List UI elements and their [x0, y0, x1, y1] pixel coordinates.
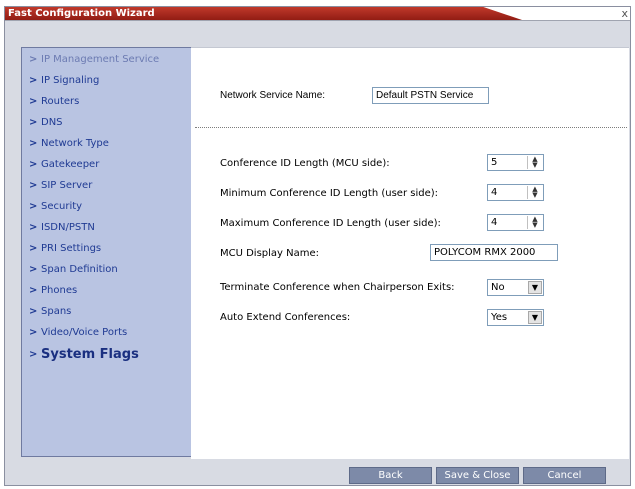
chevron-right-icon: >: [29, 180, 38, 191]
mcu-display-name-field[interactable]: POLYCOM RMX 2000: [430, 244, 558, 261]
form-panel: Network Service Name: Default PSTN Servi…: [191, 47, 629, 459]
min-conf-id-length-label: Minimum Conference ID Length (user side)…: [220, 188, 438, 199]
mcu-display-name-label: MCU Display Name:: [220, 248, 320, 259]
sidebar-item[interactable]: > Security: [22, 196, 192, 217]
save-close-button[interactable]: Save & Close: [436, 467, 519, 484]
sidebar-item[interactable]: > DNS: [22, 112, 192, 133]
sidebar-item-label: Network Type: [41, 138, 109, 149]
sidebar-item[interactable]: > Network Type: [22, 133, 192, 154]
dropdown-arrow-icon[interactable]: ▼: [528, 281, 542, 294]
sidebar-item[interactable]: > SIP Server: [22, 175, 192, 196]
network-service-name-label: Network Service Name:: [220, 90, 326, 101]
chevron-right-icon: >: [29, 159, 38, 170]
chevron-right-icon: >: [29, 327, 38, 338]
conf-id-length-stepper[interactable]: 5 ▲ ▼: [487, 154, 544, 171]
cancel-button[interactable]: Cancel: [523, 467, 606, 484]
dropdown-arrow-icon[interactable]: ▼: [528, 311, 542, 324]
sidebar-item-label: Spans: [41, 306, 72, 317]
sidebar-item-label: Security: [41, 201, 83, 212]
title-divider: [5, 20, 630, 21]
sidebar-item[interactable]: > Phones: [22, 280, 192, 301]
sidebar-item[interactable]: > PRI Settings: [22, 238, 192, 259]
stepper-arrows-icon[interactable]: ▲ ▼: [527, 216, 542, 229]
chevron-right-icon: >: [29, 96, 38, 107]
chevron-right-icon: >: [29, 117, 38, 128]
conf-id-length-label: Conference ID Length (MCU side):: [220, 158, 390, 169]
chevron-right-icon: >: [29, 243, 38, 254]
chevron-right-icon: >: [29, 349, 38, 360]
stepper-arrows-icon[interactable]: ▲ ▼: [527, 156, 542, 169]
sidebar-item-label: PRI Settings: [41, 243, 102, 254]
chevron-right-icon: >: [29, 54, 38, 65]
min-conf-id-length-stepper[interactable]: 4 ▲ ▼: [487, 184, 544, 201]
terminate-conference-select[interactable]: No ▼: [487, 279, 544, 296]
terminate-conference-value: No: [491, 282, 505, 293]
sidebar-item-label: SIP Server: [41, 180, 93, 191]
max-conf-id-length-label: Maximum Conference ID Length (user side)…: [220, 218, 441, 229]
sidebar-item-label: Video/Voice Ports: [41, 327, 128, 338]
sidebar-item-label: ISDN/PSTN: [41, 222, 95, 233]
window-title: Fast Configuration Wizard: [8, 8, 155, 19]
sidebar-item-label: DNS: [41, 117, 63, 128]
terminate-conference-label: Terminate Conference when Chairperson Ex…: [220, 282, 455, 293]
sidebar-item[interactable]: > Span Definition: [22, 259, 192, 280]
sidebar-item[interactable]: > Routers: [22, 91, 192, 112]
conf-id-length-value: 5: [491, 157, 498, 168]
sidebar-item[interactable]: > Video/Voice Ports: [22, 322, 192, 343]
close-icon[interactable]: x: [621, 7, 628, 20]
back-button[interactable]: Back: [349, 467, 432, 484]
sidebar-item-label: IP Signaling: [41, 75, 100, 86]
chevron-right-icon: >: [29, 285, 38, 296]
network-service-name-field[interactable]: Default PSTN Service: [372, 87, 489, 104]
chevron-right-icon: >: [29, 201, 38, 212]
sidebar-item-label: Phones: [41, 285, 78, 296]
chevron-right-icon: >: [29, 138, 38, 149]
wizard-nav: > IP Management Service > IP Signaling > Rout…: [21, 47, 192, 457]
sidebar-item-label: Gatekeeper: [41, 159, 100, 170]
section-divider: [195, 127, 627, 128]
wizard-window: Fast Configuration Wizard x > IP Manageme…: [4, 6, 631, 486]
auto-extend-label: Auto Extend Conferences:: [220, 312, 351, 323]
max-conf-id-length-stepper[interactable]: 4 ▲ ▼: [487, 214, 544, 231]
chevron-right-icon: >: [29, 75, 38, 86]
title-bar: Fast Configuration Wizard x: [5, 7, 630, 21]
sidebar-item[interactable]: > ISDN/PSTN: [22, 217, 192, 238]
stepper-arrows-icon[interactable]: ▲ ▼: [527, 186, 542, 199]
sidebar-item[interactable]: > Spans: [22, 301, 192, 322]
sidebar-item[interactable]: > IP Management Service: [22, 49, 192, 70]
auto-extend-value: Yes: [491, 312, 508, 323]
sidebar-item[interactable]: > Gatekeeper: [22, 154, 192, 175]
max-conf-id-length-value: 4: [491, 217, 498, 228]
sidebar-item[interactable]: > IP Signaling: [22, 70, 192, 91]
min-conf-id-length-value: 4: [491, 187, 498, 198]
sidebar-item-label: Span Definition: [41, 264, 118, 275]
chevron-right-icon: >: [29, 222, 38, 233]
chevron-right-icon: >: [29, 306, 38, 317]
sidebar-item-label: System Flags: [41, 347, 139, 362]
auto-extend-select[interactable]: Yes ▼: [487, 309, 544, 326]
chevron-right-icon: >: [29, 264, 38, 275]
sidebar-item-label: IP Management Service: [41, 54, 160, 65]
sidebar-item[interactable]: > System Flags: [22, 344, 192, 365]
sidebar-item-label: Routers: [41, 96, 80, 107]
